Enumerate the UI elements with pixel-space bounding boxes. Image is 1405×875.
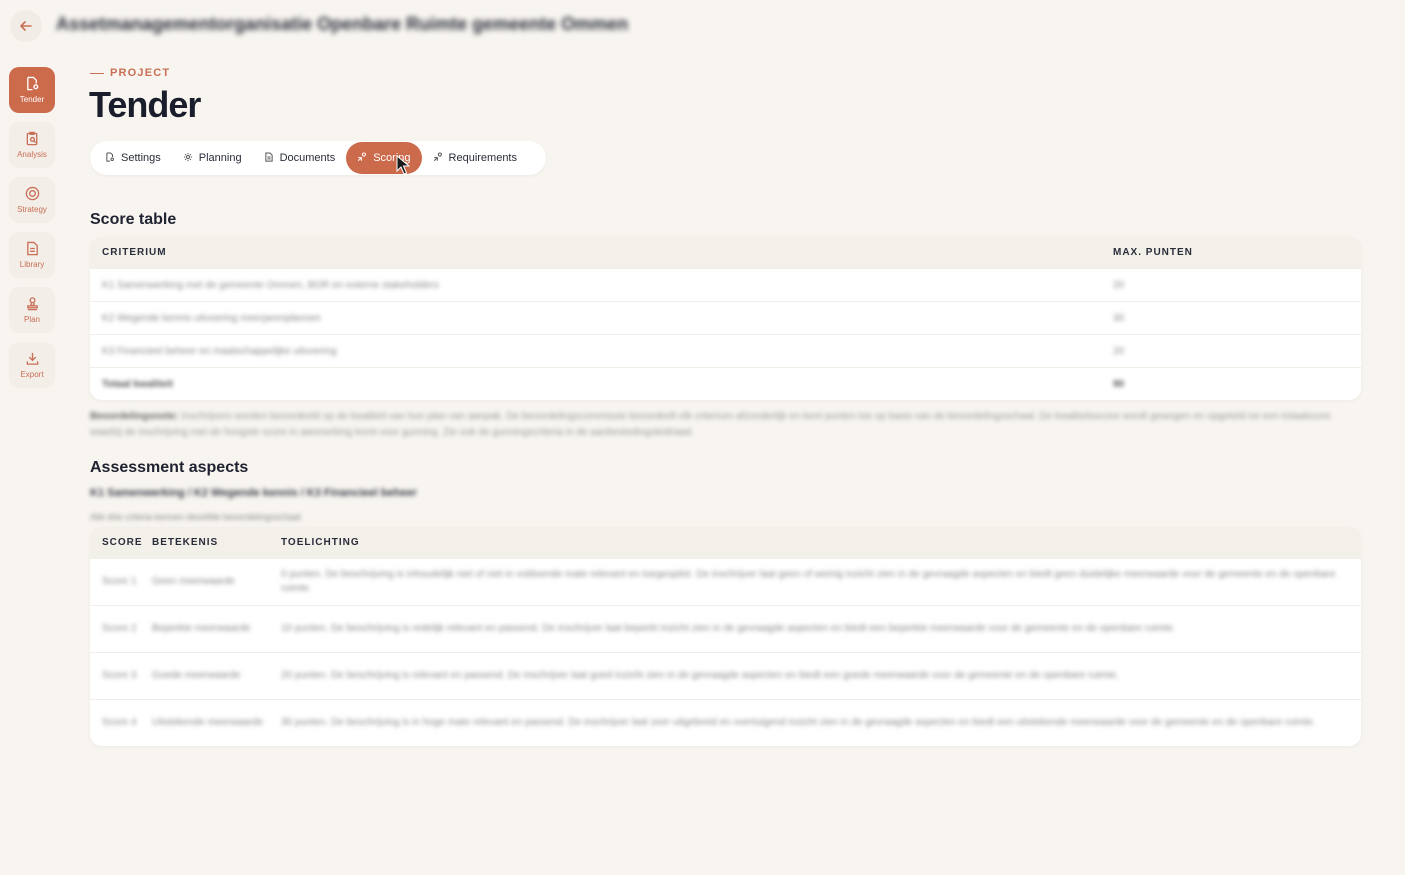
sidebar-item-label: Library bbox=[19, 260, 45, 269]
column-header-max-punten: MAX. PUNTEN bbox=[1113, 247, 1193, 258]
download-icon bbox=[26, 352, 38, 365]
scoring-icon bbox=[357, 151, 367, 165]
page-title: Tender bbox=[89, 84, 201, 125]
punten-cell: 90 bbox=[1113, 378, 1125, 390]
criterium-cell: K1 Samenwerking met de gemeente Ommen, B… bbox=[102, 279, 439, 291]
table-row: Score 1 Geen meerwaarde 0 punten. De bes… bbox=[90, 558, 1361, 605]
sidebar-item-label: Analysis bbox=[17, 150, 47, 159]
table-row-total: Totaal kwaliteit 90 bbox=[90, 367, 1361, 400]
sidebar-item-library[interactable]: Library bbox=[9, 232, 55, 278]
tab-scoring[interactable]: Scoring bbox=[346, 142, 422, 174]
criterium-cell: Totaal kwaliteit bbox=[102, 378, 173, 390]
stamp-icon bbox=[26, 297, 38, 311]
toelichting-cell: 20 punten. De beschrijving is relevant e… bbox=[281, 670, 1119, 681]
sidebar: Tender Analysis Strategy Library Plan Ex… bbox=[9, 67, 55, 397]
punten-cell: 30 bbox=[1113, 312, 1125, 324]
table-row: K2 Wegende kennis uitvoering meerjarenpl… bbox=[90, 301, 1361, 334]
tab-label: Settings bbox=[121, 152, 161, 164]
mouse-cursor-icon bbox=[396, 155, 410, 175]
column-header-criterium: CRITERIUM bbox=[102, 247, 167, 258]
column-header-toelichting: TOELICHTING bbox=[281, 537, 360, 548]
assessment-note: Beoordelingsnote: Inschrijvers worden be… bbox=[90, 409, 1355, 441]
table-row: K1 Samenwerking met de gemeente Ommen, B… bbox=[90, 268, 1361, 301]
eyebrow-divider bbox=[90, 72, 104, 74]
score-table-heading: Score table bbox=[90, 211, 177, 228]
table-row: Score 4 Uitstekende meerwaarde 30 punten… bbox=[90, 699, 1361, 746]
assessment-heading: Assessment aspects bbox=[90, 459, 249, 476]
sidebar-item-label: Plan bbox=[23, 315, 40, 324]
organization-title: Assetmanagementorganisatie Openbare Ruim… bbox=[56, 14, 629, 34]
assessment-subtitle: K1 Samenwerking / K2 Wegende kennis / K3… bbox=[90, 487, 417, 499]
scoring-icon bbox=[433, 151, 443, 165]
table-row: Score 3 Goede meerwaarde 20 punten. De b… bbox=[90, 652, 1361, 699]
document-icon bbox=[26, 241, 38, 256]
sidebar-item-strategy[interactable]: Strategy bbox=[9, 177, 55, 223]
back-button[interactable] bbox=[10, 10, 42, 42]
section-eyebrow: PROJECT bbox=[90, 67, 170, 79]
score-cell: Score 1 bbox=[102, 576, 137, 587]
criterium-cell: K2 Wegende kennis uitvoering meerjarenpl… bbox=[102, 312, 321, 324]
punten-cell: 20 bbox=[1113, 345, 1125, 357]
table-row: Score 2 Beperkte meerwaarde 10 punten. D… bbox=[90, 605, 1361, 652]
punten-cell: 20 bbox=[1113, 279, 1125, 291]
sidebar-item-label: Tender bbox=[19, 95, 45, 104]
criterium-cell: K3 Financieel beheer en maatschappelijke… bbox=[102, 345, 337, 357]
gear-icon bbox=[183, 152, 193, 165]
tab-documents[interactable]: Documents bbox=[253, 142, 347, 174]
clipboard-search-icon bbox=[26, 131, 37, 146]
score-cell: Score 2 bbox=[102, 623, 137, 634]
sidebar-item-plan[interactable]: Plan bbox=[9, 287, 55, 333]
document-icon bbox=[264, 151, 274, 165]
toelichting-cell: 10 punten. De beschrijving is redelijk r… bbox=[281, 623, 1176, 634]
betekenis-cell: Geen meerwaarde bbox=[152, 576, 235, 587]
tab-label: Requirements bbox=[448, 152, 517, 164]
column-header-betekenis: BETEKENIS bbox=[152, 537, 219, 548]
assessment-table: SCORE BETEKENIS TOELICHTING Score 1 Geen… bbox=[90, 527, 1361, 746]
tab-requirements[interactable]: Requirements bbox=[422, 142, 528, 174]
assessment-description: Alle drie criteria kennen dezelfde beoor… bbox=[90, 512, 301, 522]
table-header: SCORE BETEKENIS TOELICHTING bbox=[90, 527, 1361, 558]
sidebar-item-analysis[interactable]: Analysis bbox=[9, 122, 55, 168]
sidebar-item-tender[interactable]: Tender bbox=[9, 67, 55, 113]
sidebar-item-label: Strategy bbox=[17, 205, 47, 214]
tab-label: Documents bbox=[279, 152, 336, 164]
betekenis-cell: Goede meerwaarde bbox=[152, 670, 241, 681]
score-cell: Score 3 bbox=[102, 670, 137, 681]
sidebar-item-export[interactable]: Export bbox=[9, 342, 55, 388]
toelichting-cell: 30 punten. De beschrijving is in hoge ma… bbox=[281, 717, 1316, 728]
betekenis-cell: Beperkte meerwaarde bbox=[152, 623, 251, 634]
tab-planning[interactable]: Planning bbox=[172, 142, 253, 174]
note-label: Beoordelingsnote: bbox=[90, 411, 179, 422]
document-settings-icon bbox=[26, 76, 38, 91]
toelichting-cell: 0 punten. De beschrijving is inhoudelijk… bbox=[281, 569, 1336, 594]
score-table: CRITERIUM MAX. PUNTEN K1 Samenwerking me… bbox=[90, 237, 1361, 400]
target-icon bbox=[25, 186, 39, 201]
tab-label: Planning bbox=[198, 152, 242, 164]
column-header-score: SCORE bbox=[102, 537, 143, 548]
sidebar-item-label: Export bbox=[20, 370, 44, 379]
note-text: Inschrijvers worden beoordeeld op de kwa… bbox=[90, 411, 1331, 438]
eyebrow-label: PROJECT bbox=[110, 67, 171, 79]
betekenis-cell: Uitstekende meerwaarde bbox=[152, 717, 264, 728]
document-settings-icon bbox=[105, 151, 115, 165]
tab-settings[interactable]: Settings bbox=[94, 142, 172, 174]
table-row: K3 Financieel beheer en maatschappelijke… bbox=[90, 334, 1361, 367]
table-header: CRITERIUM MAX. PUNTEN bbox=[90, 237, 1361, 268]
tab-bar: Settings Planning Documents Scoring Requ… bbox=[90, 141, 546, 175]
score-cell: Score 4 bbox=[102, 717, 137, 728]
arrow-left-icon bbox=[20, 21, 32, 31]
